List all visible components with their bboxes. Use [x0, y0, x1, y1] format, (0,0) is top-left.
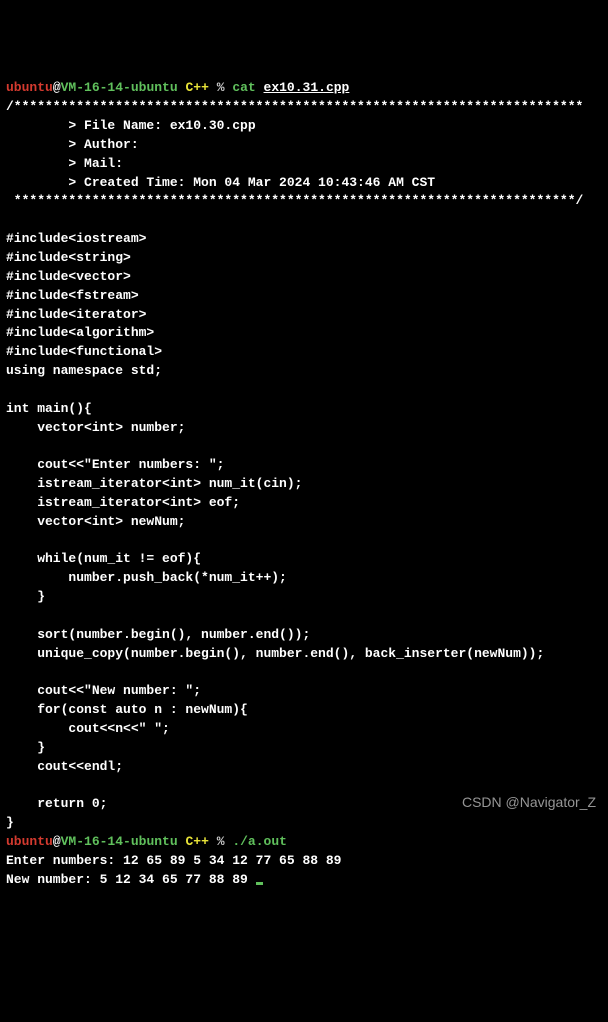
file-header-bottom: ****************************************… [6, 193, 583, 208]
prompt-host: VM-16-14-ubuntu [61, 834, 178, 849]
code-line: sort(number.begin(), number.end()); [6, 627, 310, 642]
code-line: while(num_it != eof){ [6, 551, 201, 566]
code-line: } [6, 589, 45, 604]
code-line: #include<string> [6, 250, 131, 265]
terminal[interactable]: ubuntu@VM-16-14-ubuntu C++ % cat ex10.31… [6, 79, 602, 889]
prompt-host: VM-16-14-ubuntu [61, 80, 178, 95]
code-line: #include<functional> [6, 344, 162, 359]
output-enter-numbers: Enter numbers: 12 65 89 5 34 12 77 65 88… [6, 853, 341, 868]
code-line: int main(){ [6, 401, 92, 416]
code-line: unique_copy(number.begin(), number.end()… [6, 646, 544, 661]
prompt-user: ubuntu [6, 834, 53, 849]
code-line: } [6, 740, 45, 755]
code-line: number.push_back(*num_it++); [6, 570, 287, 585]
prompt-line-2: ubuntu@VM-16-14-ubuntu C++ % ./a.out [6, 834, 287, 849]
code-line: return 0; [6, 796, 107, 811]
prompt-line-1: ubuntu@VM-16-14-ubuntu C++ % cat ex10.31… [6, 80, 349, 95]
watermark: CSDN @Navigator_Z [462, 792, 596, 812]
prompt-at: @ [53, 834, 61, 849]
command-arg: ex10.31.cpp [264, 80, 350, 95]
code-line: #include<algorithm> [6, 325, 154, 340]
code-line: for(const auto n : newNum){ [6, 702, 248, 717]
code-line: #include<iterator> [6, 307, 146, 322]
prompt-at: @ [53, 80, 61, 95]
command-cat: cat [232, 80, 255, 95]
file-header-mail: > Mail: [6, 156, 123, 171]
file-header-filename: > File Name: ex10.30.cpp [6, 118, 256, 133]
prompt-pct: % [217, 80, 225, 95]
prompt-user: ubuntu [6, 80, 53, 95]
command-run: ./a.out [232, 834, 287, 849]
prompt-dir: C++ [185, 834, 208, 849]
code-line: } [6, 815, 14, 830]
code-line: istream_iterator<int> num_it(cin); [6, 476, 302, 491]
code-line: vector<int> newNum; [6, 514, 185, 529]
code-line: using namespace std; [6, 363, 162, 378]
code-line: #include<fstream> [6, 288, 139, 303]
code-line: #include<iostream> [6, 231, 146, 246]
file-header-time: > Created Time: Mon 04 Mar 2024 10:43:46… [6, 175, 435, 190]
file-header-author: > Author: [6, 137, 139, 152]
code-line: istream_iterator<int> eof; [6, 495, 240, 510]
output-new-number: New number: 5 12 34 65 77 88 89 [6, 872, 248, 887]
code-line: #include<vector> [6, 269, 131, 284]
code-line: cout<<"Enter numbers: "; [6, 457, 224, 472]
code-line: cout<<"New number: "; [6, 683, 201, 698]
cursor-icon [256, 882, 263, 885]
file-header-top: /***************************************… [6, 99, 583, 114]
code-line: vector<int> number; [6, 420, 185, 435]
code-line: cout<<endl; [6, 759, 123, 774]
code-line: cout<<n<<" "; [6, 721, 170, 736]
prompt-pct: % [217, 834, 225, 849]
prompt-dir: C++ [185, 80, 208, 95]
